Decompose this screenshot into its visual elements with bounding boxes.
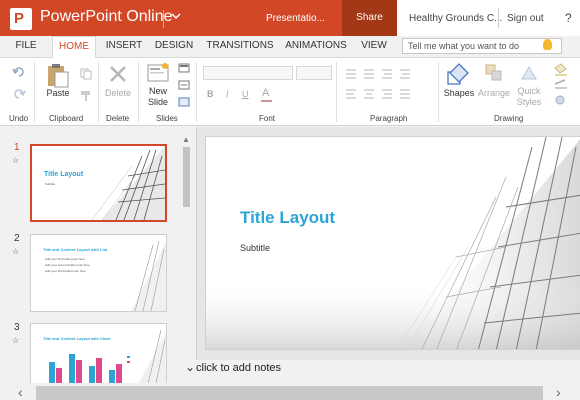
thumbnail-title: Title and Content Layout with List bbox=[43, 247, 108, 252]
quick-styles-icon[interactable] bbox=[518, 63, 540, 83]
paste-button[interactable]: Paste bbox=[44, 88, 72, 98]
chevron-down-icon[interactable]: ⌄ bbox=[185, 360, 195, 374]
undo-icon[interactable] bbox=[12, 66, 26, 78]
notes-placeholder[interactable]: click to add notes bbox=[196, 362, 281, 374]
tab-design[interactable]: DESIGN bbox=[153, 36, 195, 58]
shape-format-icons[interactable] bbox=[552, 62, 572, 108]
layout-icon[interactable] bbox=[178, 63, 190, 73]
powerpoint-logo-icon[interactable]: P bbox=[10, 8, 32, 30]
share-button[interactable]: Share bbox=[342, 0, 397, 36]
chevron-down-icon[interactable] bbox=[170, 6, 182, 29]
app-title[interactable]: PowerPoint Online bbox=[40, 8, 173, 26]
italic-icon[interactable]: I bbox=[226, 89, 229, 99]
scrollbar-thumb[interactable] bbox=[183, 147, 190, 207]
tab-home[interactable]: HOME bbox=[52, 36, 96, 59]
thumbnail-chart bbox=[49, 354, 130, 386]
bold-icon[interactable]: B bbox=[207, 89, 214, 99]
star-icon: ☆ bbox=[12, 336, 20, 345]
horizontal-scrollbar[interactable]: ‹ › bbox=[0, 383, 580, 400]
account-name[interactable]: Healthy Grounds C... bbox=[409, 13, 502, 24]
reset-icon[interactable] bbox=[178, 80, 190, 90]
powerpoint-online-window: P PowerPoint Online Presentatio... Share… bbox=[0, 0, 580, 400]
quick-styles-button[interactable]: Quick Styles bbox=[512, 86, 546, 108]
ribbon-tabs: FILE HOME INSERT DESIGN TRANSITIONS ANIM… bbox=[0, 36, 580, 59]
scroll-right-icon[interactable]: › bbox=[556, 384, 561, 400]
account-area: Healthy Grounds C... Sign out ? bbox=[397, 0, 580, 36]
group-label-delete: Delete bbox=[106, 114, 130, 123]
thumbnail-title: Title Layout bbox=[44, 171, 84, 178]
slide-thumbnail-1[interactable]: Title Layout Subtitle bbox=[30, 144, 167, 222]
group-label-font: Font bbox=[259, 114, 276, 123]
document-title[interactable]: Presentatio... bbox=[266, 13, 325, 24]
paragraph-tools-icon[interactable] bbox=[344, 68, 434, 108]
new-slide-icon[interactable] bbox=[146, 62, 170, 84]
star-icon: ☆ bbox=[12, 247, 20, 256]
new-slide-button[interactable]: New Slide bbox=[142, 86, 174, 108]
sign-out-link[interactable]: Sign out bbox=[507, 13, 544, 24]
scroll-up-icon[interactable]: ▲ bbox=[182, 135, 190, 144]
tell-me-search-input[interactable]: Tell me what you want to do bbox=[402, 38, 562, 54]
font-name-dropdown[interactable] bbox=[203, 66, 293, 80]
group-label-paragraph: Paragraph bbox=[370, 114, 408, 123]
thumbnail-bullet: Add your third bullet point here bbox=[45, 269, 86, 273]
arrange-button[interactable]: Arrange bbox=[477, 88, 511, 98]
ribbon-home: Undo Paste Clipboard Delete Delete New S… bbox=[0, 58, 580, 126]
tab-file[interactable]: FILE bbox=[8, 36, 44, 58]
slide-number: 3 bbox=[14, 322, 20, 333]
current-slide[interactable]: Title Layout Subtitle bbox=[205, 136, 580, 350]
thumbnail-bullet: Add your second bullet point here bbox=[45, 263, 90, 267]
shapes-button[interactable]: Shapes bbox=[443, 88, 475, 98]
font-color-bar bbox=[261, 100, 272, 102]
group-separator bbox=[138, 62, 139, 122]
slide-editing-pane: Title Layout Subtitle bbox=[196, 127, 580, 360]
group-separator bbox=[438, 62, 439, 122]
paste-icon[interactable] bbox=[46, 62, 70, 88]
format-painter-icon[interactable] bbox=[80, 90, 92, 102]
group-label-undo: Undo bbox=[9, 114, 29, 123]
delete-button[interactable]: Delete bbox=[102, 88, 134, 98]
group-separator bbox=[196, 62, 197, 122]
slide-thumbnail-2[interactable]: Title and Content Layout with List Add y… bbox=[30, 234, 167, 312]
shapes-icon[interactable] bbox=[446, 62, 472, 86]
tab-animations[interactable]: ANIMATIONS bbox=[283, 36, 349, 58]
title-divider bbox=[163, 10, 164, 28]
star-icon: ☆ bbox=[12, 156, 20, 165]
section-icon[interactable] bbox=[178, 97, 190, 107]
tab-transitions[interactable]: TRANSITIONS bbox=[205, 36, 275, 58]
group-label-drawing: Drawing bbox=[494, 114, 524, 123]
copy-icon[interactable] bbox=[80, 68, 92, 80]
group-label-slides: Slides bbox=[156, 114, 178, 123]
slide-subtitle[interactable]: Subtitle bbox=[240, 243, 270, 253]
slide-thumbnails-pane: 1 ☆ Title Layout Subtitle 2 ☆ Title and … bbox=[0, 127, 196, 387]
scrollbar-track[interactable] bbox=[36, 386, 543, 400]
redo-icon[interactable] bbox=[12, 88, 26, 100]
tab-insert[interactable]: INSERT bbox=[103, 36, 145, 58]
arrange-icon[interactable] bbox=[484, 63, 504, 83]
help-button[interactable]: ? bbox=[565, 11, 572, 25]
thumbnail-bullet: Add your first bullet point here bbox=[45, 257, 85, 261]
underline-icon[interactable]: U bbox=[242, 89, 249, 99]
thumbnail-subtitle: Subtitle bbox=[45, 182, 56, 186]
notes-pane[interactable]: ⌄ click to add notes bbox=[184, 360, 580, 378]
slide-number: 2 bbox=[14, 233, 20, 244]
delete-icon[interactable] bbox=[108, 64, 128, 84]
group-separator bbox=[34, 62, 35, 122]
slide-title[interactable]: Title Layout bbox=[240, 208, 335, 228]
lightbulb-icon bbox=[543, 39, 552, 50]
font-size-dropdown[interactable] bbox=[296, 66, 332, 80]
slide-thumbnail-3[interactable]: Title and Content Layout with Chart bbox=[30, 323, 167, 387]
slide-number: 1 bbox=[14, 142, 20, 153]
title-bar: P PowerPoint Online Presentatio... Share… bbox=[0, 0, 580, 36]
thumbnail-title: Title and Content Layout with Chart bbox=[43, 336, 111, 341]
thumbnails-scrollbar[interactable]: ▲ bbox=[182, 135, 191, 355]
account-separator bbox=[498, 8, 499, 28]
font-color-icon[interactable]: A bbox=[262, 87, 269, 99]
group-separator bbox=[336, 62, 337, 122]
tab-view[interactable]: VIEW bbox=[357, 36, 391, 58]
group-label-clipboard: Clipboard bbox=[49, 114, 84, 123]
scroll-left-icon[interactable]: ‹ bbox=[18, 384, 23, 400]
group-separator bbox=[98, 62, 99, 122]
